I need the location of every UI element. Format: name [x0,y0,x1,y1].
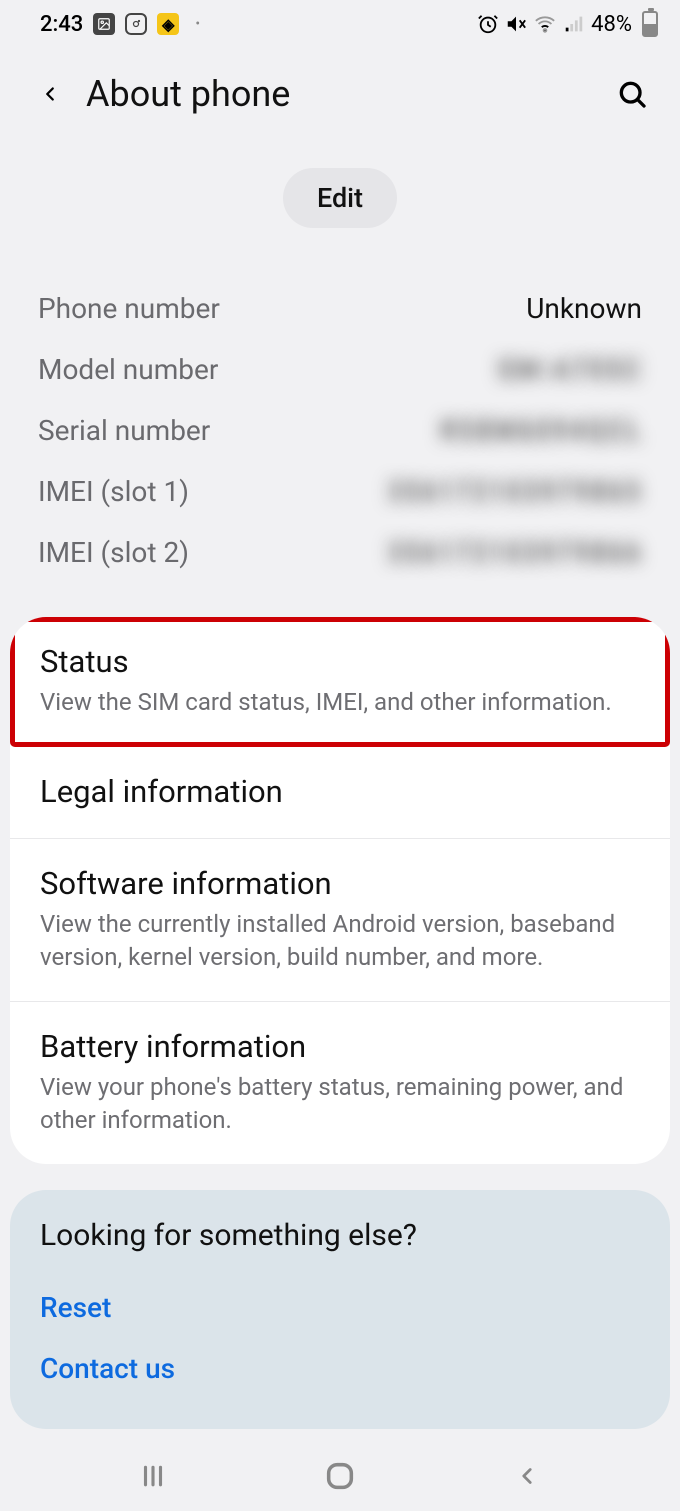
back-button[interactable] [30,74,70,114]
search-button[interactable] [610,72,654,116]
wifi-icon [533,13,557,35]
gallery-icon [93,13,115,35]
sections-card: Status View the SIM card status, IMEI, a… [10,617,670,1164]
info-value: R58M6094QCL [440,414,642,447]
system-status-bar: 2:43 ◈ • 48% [0,0,680,48]
status-left: 2:43 ◈ • [40,12,200,37]
section-software-information[interactable]: Software information View the currently … [10,839,670,1002]
edit-button-container: Edit [0,126,680,278]
info-row-imei-2[interactable]: IMEI (slot 2) 356172103979866 [38,522,642,583]
info-row-imei-1[interactable]: IMEI (slot 1) 356172103979865 [38,461,642,522]
info-row-serial-number[interactable]: Serial number R58M6094QCL [38,400,642,461]
system-nav-bar [0,1441,680,1511]
battery-text: 48% [591,12,632,37]
section-title: Battery information [40,1028,640,1065]
alarm-icon [477,13,499,35]
section-legal-information[interactable]: Legal information [10,747,670,839]
link-contact-us[interactable]: Contact us [40,1338,640,1399]
mute-vibrate-icon [505,13,527,35]
section-title: Legal information [40,773,640,810]
edit-button[interactable]: Edit [283,168,397,228]
info-value: Unknown [526,292,642,325]
link-reset[interactable]: Reset [40,1277,640,1338]
page-header: About phone [0,48,680,126]
section-title: Software information [40,865,640,902]
more-notifications-icon: • [189,16,200,32]
section-subtitle: View your phone's battery status, remain… [40,1071,640,1136]
info-row-phone-number[interactable]: Phone number Unknown [38,278,642,339]
status-time: 2:43 [40,12,83,37]
info-value: SM-A705C [497,353,642,386]
section-subtitle: View the SIM card status, IMEI, and othe… [40,686,640,718]
nav-recents-button[interactable] [133,1456,173,1496]
section-status[interactable]: Status View the SIM card status, IMEI, a… [10,617,670,747]
info-label: Phone number [38,292,220,325]
section-subtitle: View the currently installed Android ver… [40,908,640,973]
battery-icon [642,11,658,37]
info-label: Serial number [38,414,210,447]
info-row-model-number[interactable]: Model number SM-A705C [38,339,642,400]
section-battery-information[interactable]: Battery information View your phone's ba… [10,1002,670,1164]
looking-for-card: Looking for something else? Reset Contac… [10,1190,670,1429]
info-label: IMEI (slot 1) [38,475,189,508]
section-title: Status [40,643,640,680]
looking-for-title: Looking for something else? [40,1218,640,1253]
page-title: About phone [86,73,610,115]
device-info-list: Phone number Unknown Model number SM-A70… [0,278,680,583]
info-label: Model number [38,353,218,386]
info-value: 356172103979865 [387,475,642,508]
signal-icon [563,13,585,35]
app-icon: ◈ [157,13,179,35]
instagram-icon [125,13,147,35]
nav-back-button[interactable] [507,1456,547,1496]
info-value: 356172103979866 [387,536,642,569]
status-right: 48% [477,11,658,37]
info-label: IMEI (slot 2) [38,536,189,569]
nav-home-button[interactable] [320,1456,360,1496]
